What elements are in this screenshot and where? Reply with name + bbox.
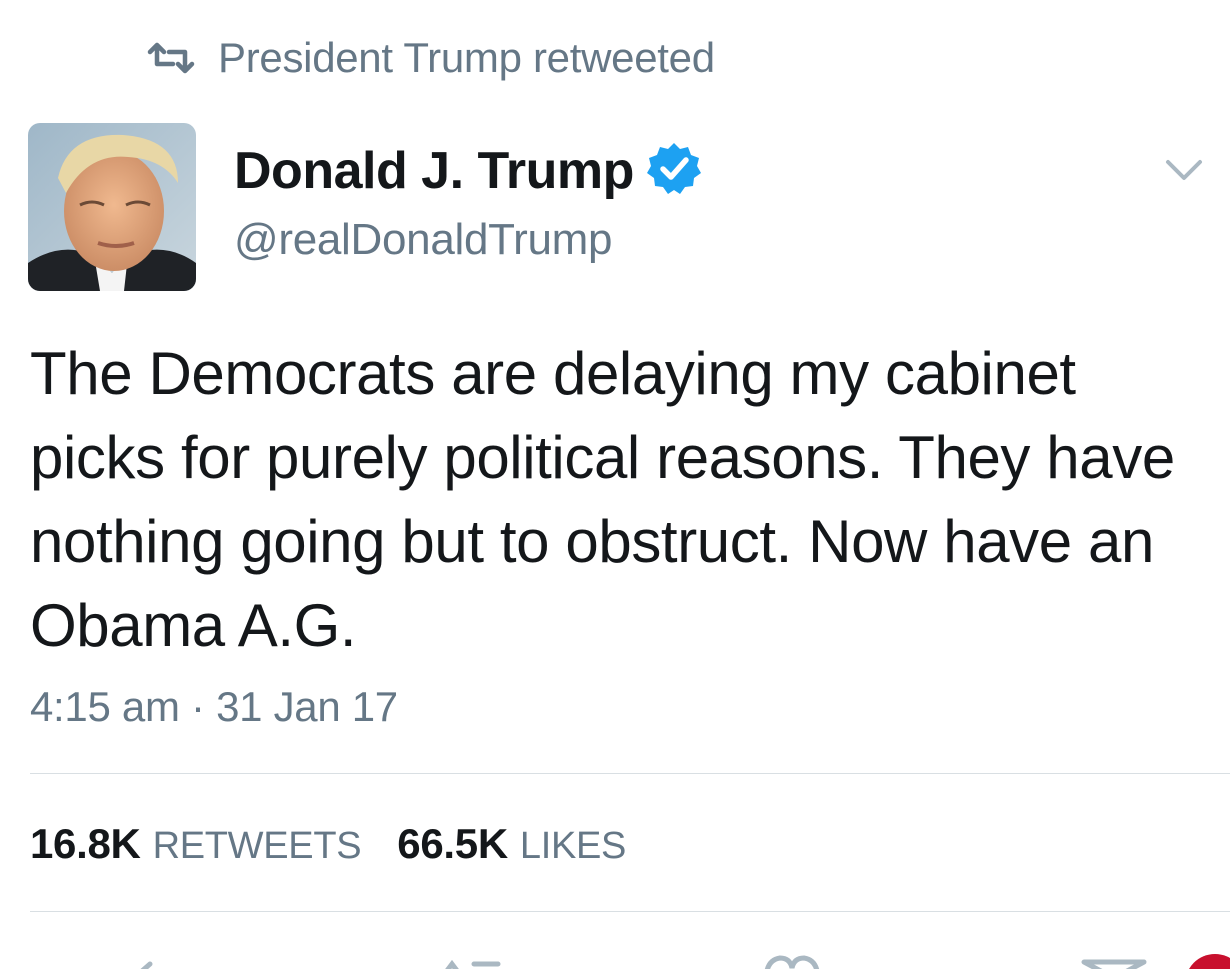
like-icon[interactable] <box>760 950 824 969</box>
divider <box>30 911 1230 912</box>
reply-icon[interactable] <box>120 950 170 969</box>
engagement-stats: 16.8K RETWEETS 66.5K LIKES <box>30 820 626 868</box>
retweet-icon[interactable] <box>436 950 506 969</box>
action-bar <box>0 950 1230 969</box>
avatar[interactable] <box>28 123 196 291</box>
retweets-stat[interactable]: 16.8K RETWEETS <box>30 820 362 868</box>
tweet-text: The Democrats are delaying my cabinet pi… <box>30 340 1175 659</box>
author-block: Donald J. Trump @realDonaldTrump <box>234 140 702 265</box>
verified-badge-icon <box>646 140 702 201</box>
retweets-label: RETWEETS <box>152 825 362 867</box>
divider <box>30 773 1230 774</box>
retweet-context-label: President Trump retweeted <box>218 34 715 81</box>
timestamp[interactable]: 4:15 am · 31 Jan 17 <box>30 683 398 731</box>
retweet-context: President Trump retweeted <box>146 34 715 82</box>
retweets-count: 16.8K <box>30 820 141 867</box>
handle[interactable]: @realDonaldTrump <box>234 215 702 265</box>
likes-label: LIKES <box>519 825 627 867</box>
likes-count: 66.5K <box>397 820 508 867</box>
direct-message-icon[interactable] <box>1080 950 1150 969</box>
chevron-down-icon[interactable] <box>1160 152 1208 188</box>
likes-stat[interactable]: 66.5K LIKES <box>397 820 626 868</box>
display-name[interactable]: Donald J. Trump <box>234 141 634 201</box>
notification-dot-icon <box>1175 950 1230 969</box>
retweet-icon <box>146 42 196 74</box>
